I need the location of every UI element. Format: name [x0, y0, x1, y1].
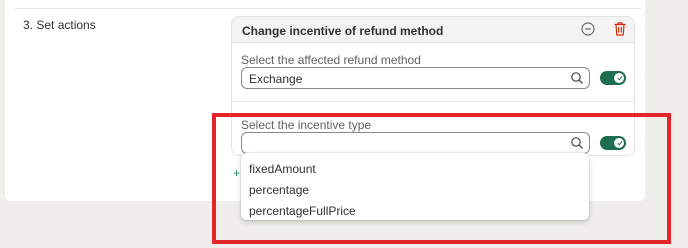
field-divider [232, 101, 634, 102]
action-header: Change incentive of refund method [232, 17, 634, 43]
refund-method-label: Select the affected refund method [241, 53, 421, 67]
trash-icon [614, 22, 626, 36]
search-icon [571, 72, 583, 84]
section-divider [15, 8, 641, 9]
refund-method-toggle[interactable] [600, 71, 626, 85]
collapse-button[interactable] [581, 22, 595, 36]
action-title: Change incentive of refund method [242, 24, 444, 38]
minus-circle-icon [581, 22, 595, 36]
step-label: 3. Set actions [23, 18, 96, 32]
delete-button[interactable] [613, 21, 627, 37]
check-icon [617, 75, 623, 81]
refund-method-select[interactable]: Exchange [241, 67, 590, 89]
refund-method-value: Exchange [249, 72, 303, 86]
highlight-annotation [212, 113, 671, 244]
